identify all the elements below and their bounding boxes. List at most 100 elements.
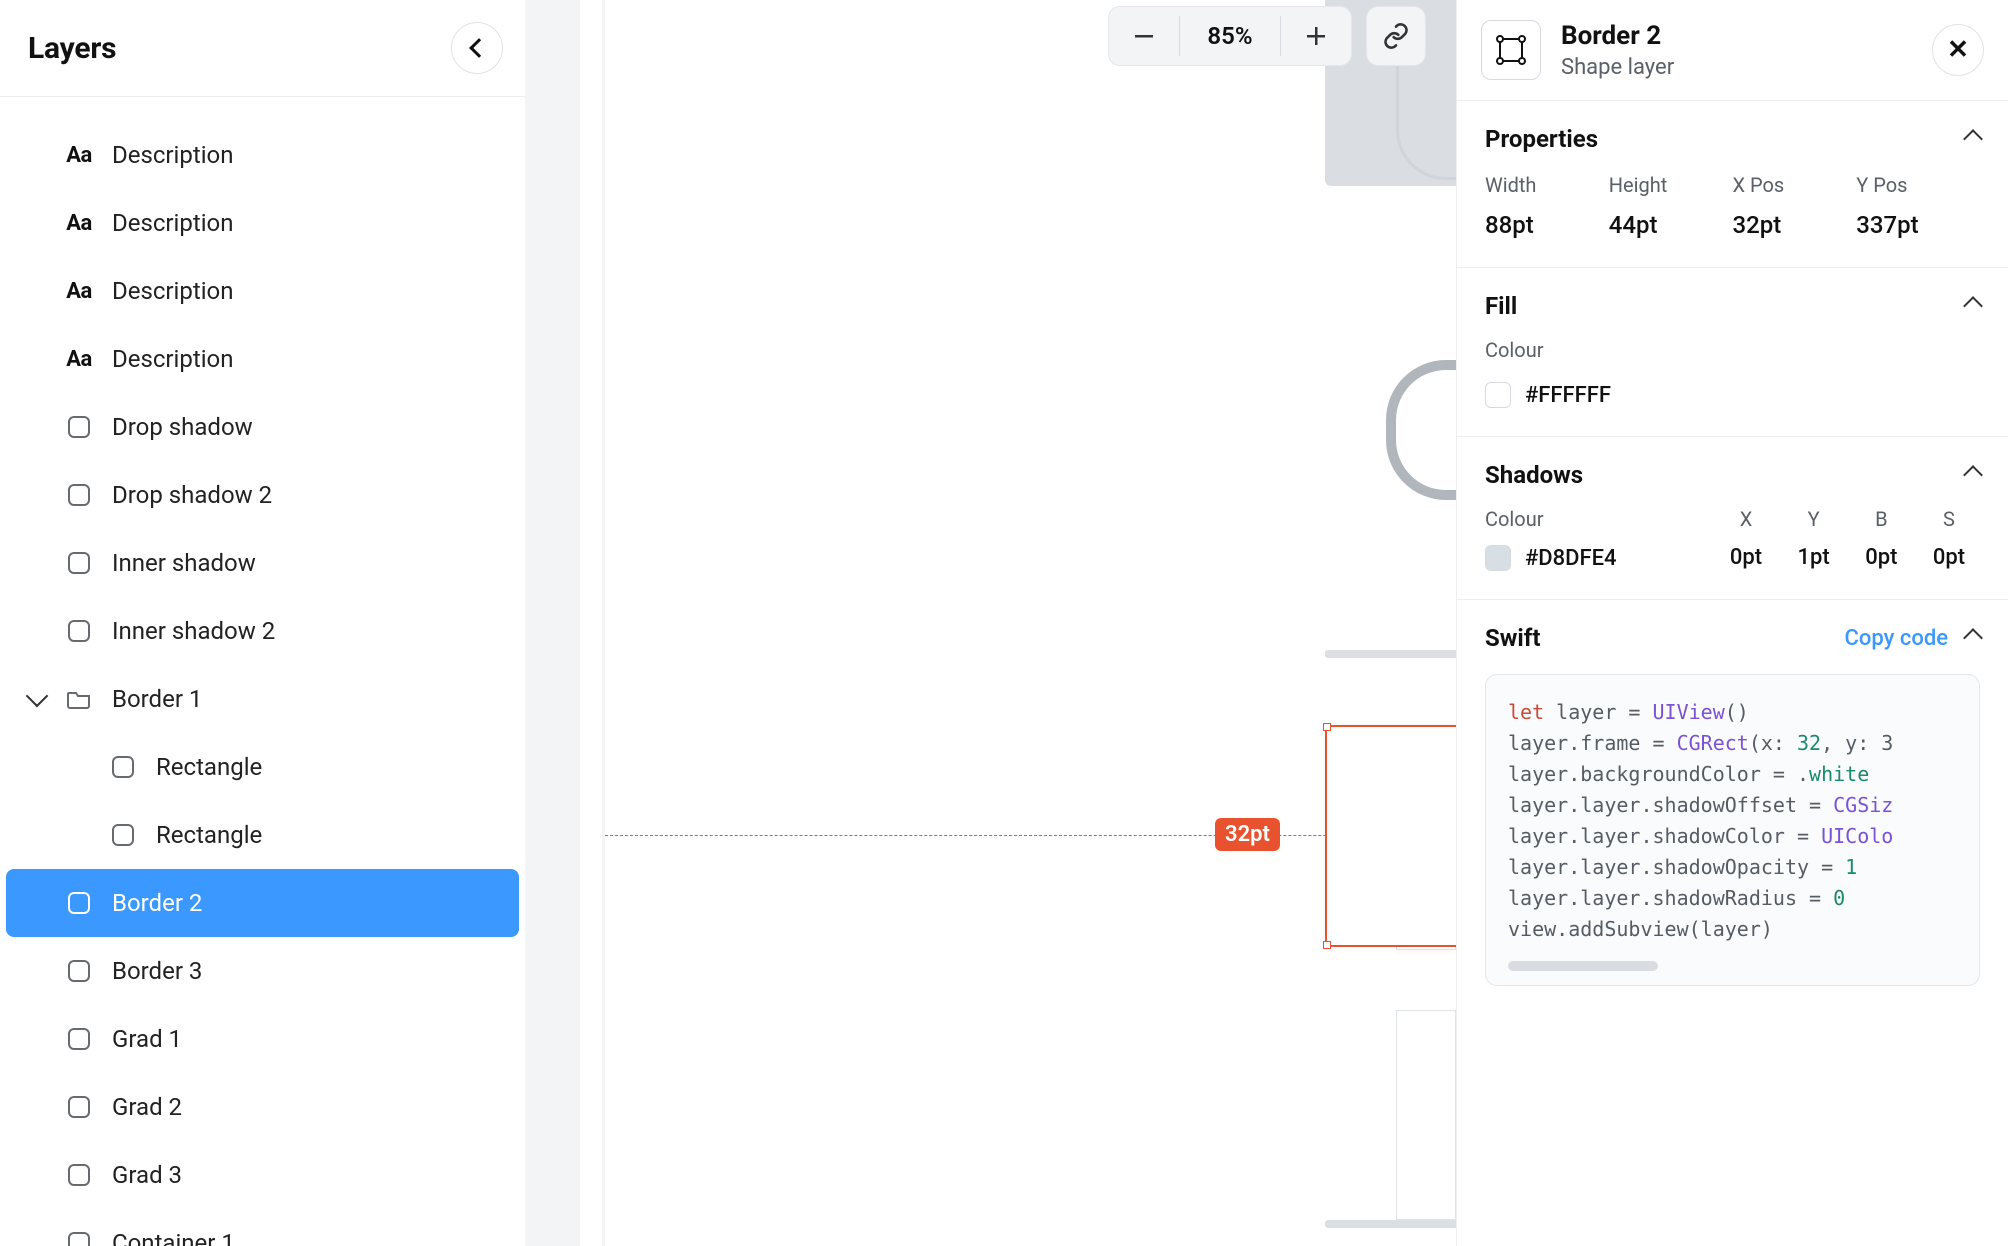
shape-layer-icon [66,414,92,440]
chevron-up-icon [1963,628,1983,648]
value-width[interactable]: 88pt [1485,211,1609,239]
layer-item[interactable]: Border 3 [0,937,525,1005]
label-width: Width [1485,173,1609,197]
shape-layer-icon [1481,20,1541,80]
shadow-colour-swatch[interactable] [1485,545,1511,571]
canvas[interactable]: 32pt 85% [525,0,1456,1246]
shape-layer-icon [66,1162,92,1188]
measurement-badge: 32pt [1215,818,1280,851]
layer-label: Drop shadow 2 [112,481,272,509]
close-inspector-button[interactable] [1932,24,1984,76]
layer-label: Description [112,277,234,305]
layer-item[interactable]: Grad 2 [0,1073,525,1141]
shadow-x-value[interactable]: 0pt [1715,545,1777,570]
layer-label: Inner shadow [112,549,256,577]
value-ypos[interactable]: 337pt [1856,211,1980,239]
zoom-out-button[interactable] [1109,6,1179,66]
layer-item[interactable]: Grad 1 [0,1005,525,1073]
layer-item[interactable]: Grad 3 [0,1141,525,1209]
inspector-title-block: Border 2 Shape layer [1561,21,1674,80]
shadow-x-label: X [1715,507,1777,531]
layer-label: Description [112,209,234,237]
minus-icon [1133,25,1155,47]
layer-item[interactable]: Aa Description [0,257,525,325]
layer-label: Border 3 [112,957,202,985]
layer-item[interactable]: Border 2 [6,869,519,937]
shape-layer-icon [66,1026,92,1052]
zoom-in-button[interactable] [1281,6,1351,66]
zoom-percentage[interactable]: 85% [1180,22,1280,50]
collapse-swift-button[interactable] [1966,627,1980,649]
layer-list: AaDescriptionAaDescriptionAaDescriptionA… [0,97,525,1246]
chevron-left-icon [469,38,489,58]
layer-item[interactable]: Inner shadow 2 [0,597,525,665]
shape-layer-icon [110,754,136,780]
shadow-colour-label: Colour [1485,507,1715,531]
section-title-swift: Swift [1485,624,1540,652]
sidebar-header: Layers [0,0,525,96]
inspector-layer-kind: Shape layer [1561,55,1674,80]
layer-label: Border 1 [112,685,202,713]
chevron-up-icon [1963,129,1983,149]
text-layer-icon: Aa [66,142,92,168]
layer-item[interactable]: Rectangle [0,801,525,869]
inspector-layer-name: Border 2 [1561,21,1674,51]
fill-colour-swatch[interactable] [1485,382,1511,408]
layer-label: Container 1 [112,1229,235,1246]
layer-item[interactable]: Drop shadow [0,393,525,461]
collapse-fill-button[interactable] [1966,295,1980,317]
shadow-s-value[interactable]: 0pt [1918,545,1980,570]
gutter-gap [580,0,602,1246]
collapse-shadows-button[interactable] [1966,464,1980,486]
artboard-divider-1 [1325,650,1456,658]
layer-label: Grad 1 [112,1025,182,1053]
shadow-y-label: Y [1783,507,1845,531]
shadow-b-label: B [1850,507,1912,531]
fill-colour-hex[interactable]: #FFFFFF [1525,383,1611,408]
shadow-b-value[interactable]: 0pt [1850,545,1912,570]
swift-code-preview[interactable]: let layer = UIView() layer.frame = CGRec… [1485,674,1980,986]
layer-label: Grad 2 [112,1093,182,1121]
collapse-sidebar-button[interactable] [451,22,503,74]
share-link-button[interactable] [1366,6,1426,66]
resize-handle-bl[interactable] [1323,941,1331,949]
layer-item[interactable]: Rectangle [0,733,525,801]
section-properties: Properties Width 88pt Height 44pt X Pos … [1457,100,2008,267]
label-ypos: Y Pos [1856,173,1980,197]
layer-item[interactable]: Drop shadow 2 [0,461,525,529]
copy-code-button[interactable]: Copy code [1845,626,1948,651]
section-title-fill: Fill [1485,292,1517,320]
zoom-control: 85% [1108,6,1352,66]
collapse-properties-button[interactable] [1966,128,1980,150]
disclosure-toggle[interactable] [22,694,52,704]
shadow-colour-hex[interactable]: #D8DFE4 [1525,546,1617,571]
section-title-shadows: Shadows [1485,461,1583,489]
section-swift: Swift Copy code let layer = UIView() lay… [1457,599,2008,1014]
shadow-y-value[interactable]: 1pt [1783,545,1845,570]
value-height[interactable]: 44pt [1609,211,1733,239]
layer-item[interactable]: AaDescription [0,325,525,393]
label-xpos: X Pos [1733,173,1857,197]
layer-item[interactable]: Aa Description [0,189,525,257]
offscreen-card-2 [1396,1010,1456,1220]
section-shadows: Shadows Colour #D8DFE4 X 0pt Y 1pt [1457,436,2008,599]
layer-item[interactable]: Border 1 [0,665,525,733]
label-height: Height [1609,173,1733,197]
horizontal-scrollbar[interactable] [1508,961,1658,971]
resize-handle-tl[interactable] [1323,723,1331,731]
layer-item[interactable]: Inner shadow [0,529,525,597]
layer-item[interactable]: Container 1 [0,1209,525,1246]
sidebar-title: Layers [28,31,116,66]
layer-label: Description [112,141,234,169]
artboard-divider-2 [1325,1220,1456,1228]
text-layer-icon: Aa [66,278,92,304]
text-layer-icon: Aa [66,210,92,236]
layer-label: Description [112,345,234,373]
selected-layer-outline[interactable] [1325,725,1456,947]
layer-label: Border 2 [112,889,202,917]
shape-layer-icon [66,1230,92,1246]
layer-item[interactable]: Aa Description [0,121,525,189]
section-fill: Fill Colour #FFFFFF [1457,267,2008,436]
value-xpos[interactable]: 32pt [1733,211,1857,239]
layer-label: Drop shadow [112,413,253,441]
